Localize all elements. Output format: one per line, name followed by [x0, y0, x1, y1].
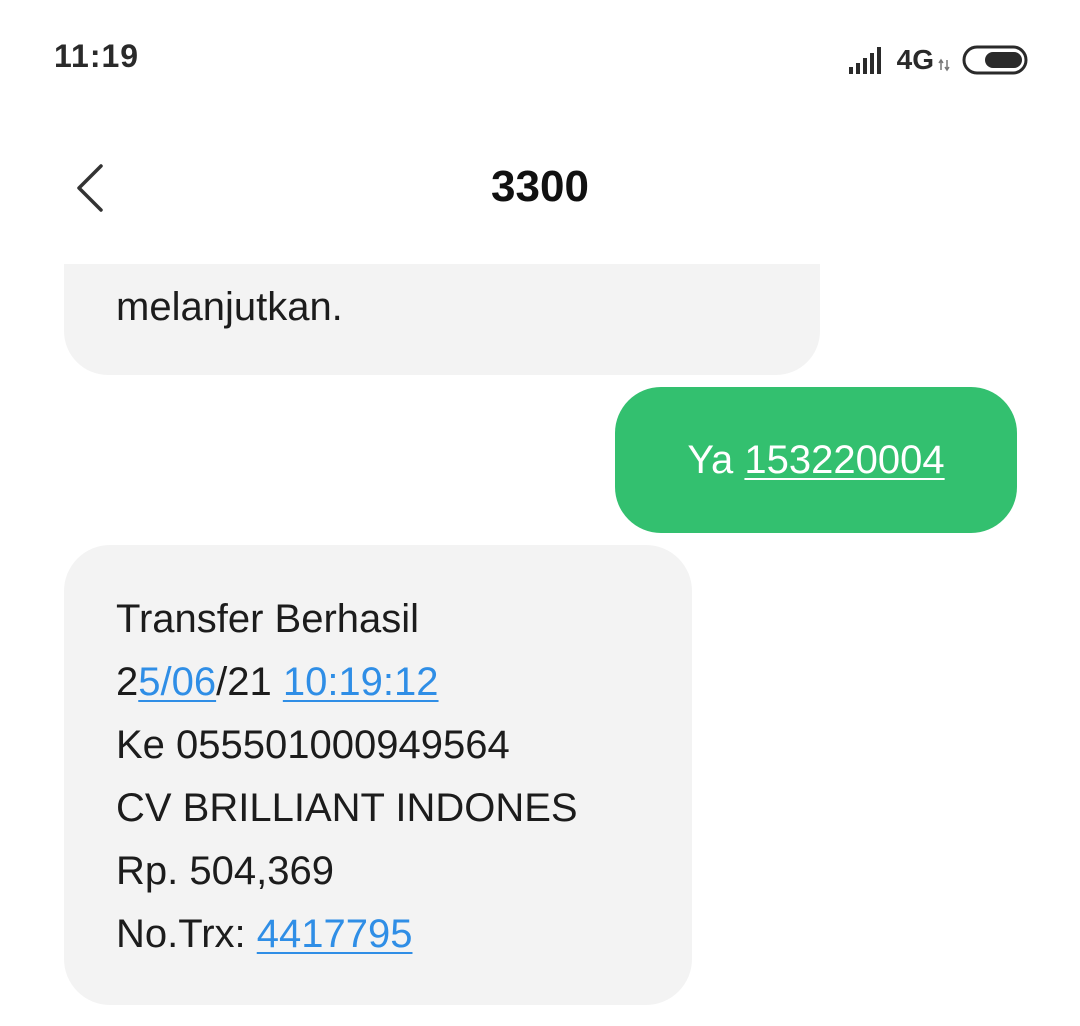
time-link[interactable]: 10:19:12 [283, 660, 439, 704]
date-link[interactable]: 5/06 [138, 660, 216, 704]
data-activity-icon [938, 58, 950, 72]
date-text: 2 [116, 660, 139, 704]
message-line-status: Transfer Berhasil [116, 597, 420, 641]
message-line-trx: No.Trx: 4417795 [116, 903, 692, 966]
status-time: 11:19 [54, 38, 140, 74]
battery-icon [962, 45, 1028, 75]
network-type-label: 4G [896, 44, 934, 75]
date-text: /21 [216, 660, 283, 704]
sms-conversation-screen: 11:19 4G 3300 melanjutkan. Ya 153220004 [0, 0, 1080, 1026]
conversation-title: 3300 [491, 162, 589, 211]
trx-number-link[interactable]: 4417795 [257, 912, 413, 956]
message-line-datetime: 25/06/21 10:19:12 [116, 651, 692, 714]
message-text-prefix: Ya [687, 437, 745, 482]
message-number-link[interactable]: 153220004 [744, 429, 944, 492]
message-text: melanjutkan. [116, 285, 343, 329]
status-indicators: 4G [848, 40, 1032, 80]
signal-bars-icon [848, 47, 881, 74]
message-line-recipient: CV BRILLIANT INDONES [116, 786, 578, 830]
message-bubble-outgoing[interactable]: Ya 153220004 [615, 387, 1017, 533]
message-line-amount: Rp. 504,369 [116, 849, 334, 893]
message-bubble-incoming[interactable]: Transfer Berhasil 25/06/21 10:19:12 Ke 0… [64, 545, 692, 1005]
trx-label: No.Trx: [116, 912, 257, 956]
message-line-account: Ke 055501000949564 [116, 723, 510, 767]
message-bubble-incoming-partial[interactable]: melanjutkan. [64, 264, 820, 375]
